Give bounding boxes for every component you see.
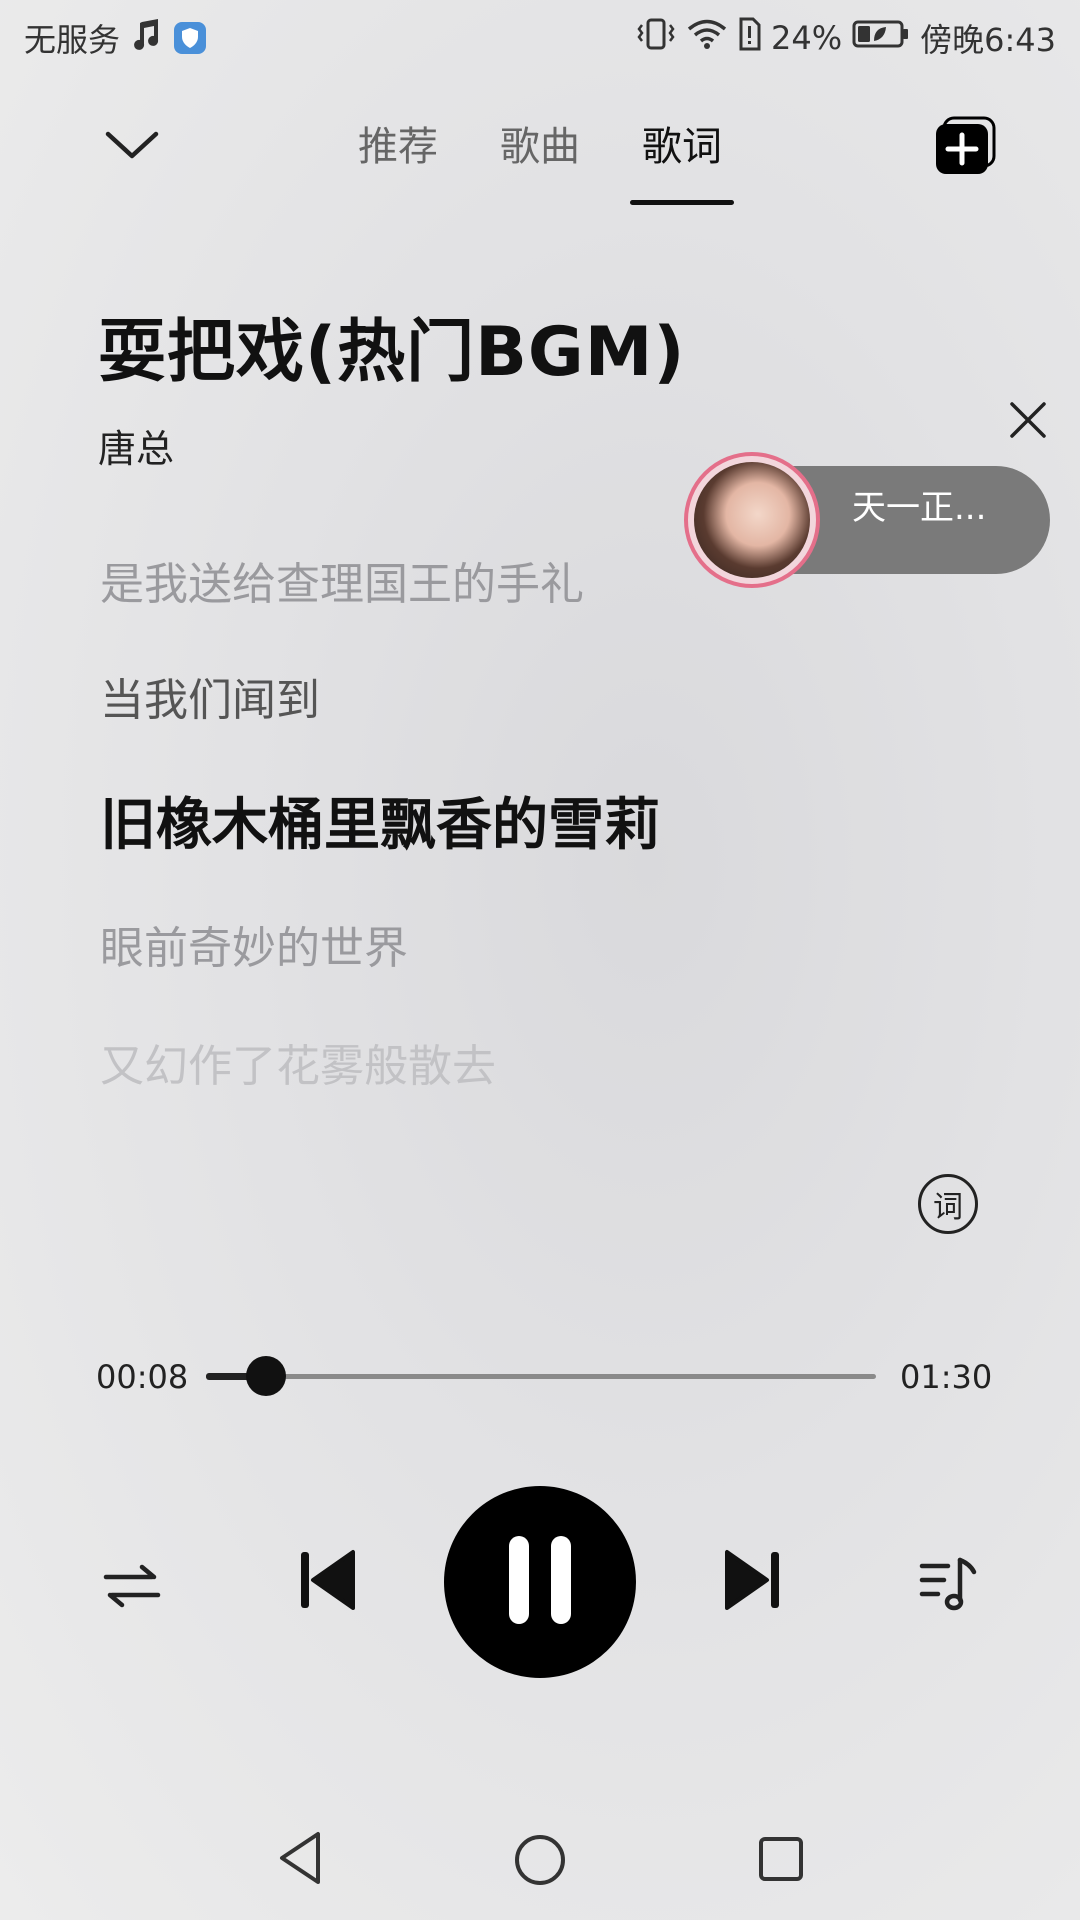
repeat-mode-button[interactable] — [100, 1556, 164, 1620]
pause-icon — [505, 1534, 575, 1630]
floating-widget-name: 天一正... — [852, 488, 987, 528]
current-time: 00:08 — [96, 1358, 189, 1396]
pause-button[interactable] — [444, 1486, 636, 1678]
tab-lyrics[interactable]: 歌词 — [630, 115, 734, 205]
nav-home-button[interactable] — [514, 1834, 566, 1886]
status-bar-right: 24% 傍晚6:43 — [635, 14, 1056, 62]
avatar[interactable] — [684, 452, 820, 588]
carrier-text: 无服务 — [24, 21, 121, 59]
song-title: 耍把戏(热门BGM) — [98, 313, 686, 392]
previous-button[interactable] — [294, 1546, 360, 1618]
clock-text: 傍晚6:43 — [920, 21, 1056, 59]
lyric-line[interactable]: 又幻作了花雾般散去 — [100, 1030, 496, 1094]
total-time: 01:30 — [900, 1358, 993, 1396]
repeat-icon — [102, 1564, 162, 1612]
lyric-line[interactable]: 当我们闻到 — [100, 664, 320, 728]
lyric-line[interactable]: 是我送给查理国王的手礼 — [100, 548, 584, 612]
progress-thumb[interactable] — [245, 1356, 286, 1396]
status-bar-left: 无服务 — [24, 14, 207, 62]
close-icon — [1006, 402, 1050, 446]
nav-recents-button[interactable] — [758, 1836, 804, 1882]
tab-bar: 推荐 歌曲 歌词 — [0, 115, 1080, 205]
lyric-line-current[interactable]: 旧橡木桶里飘香的雪莉 — [100, 780, 660, 861]
tab-song[interactable]: 歌曲 — [494, 115, 586, 195]
lyric-mode-label: 词 — [933, 1190, 963, 1225]
lyric-line[interactable]: 眼前奇妙的世界 — [100, 912, 408, 976]
skip-next-icon — [723, 1548, 783, 1616]
float-close-button[interactable] — [1006, 398, 1050, 442]
tab-recommend[interactable]: 推荐 — [352, 115, 444, 195]
circle-home-icon — [514, 1835, 566, 1890]
skip-previous-icon — [297, 1548, 357, 1616]
vibrate-icon — [635, 17, 677, 59]
playlist-icon — [918, 1552, 980, 1618]
wifi-icon — [687, 18, 727, 58]
progress-track[interactable] — [206, 1374, 876, 1379]
lyric-mode-button[interactable]: 词 — [918, 1174, 978, 1234]
add-to-playlist-button[interactable] — [934, 116, 998, 176]
artist-name[interactable]: 唐总 — [98, 418, 174, 473]
triangle-back-icon — [276, 1832, 324, 1890]
add-stack-icon — [934, 116, 998, 180]
square-recents-icon — [758, 1837, 804, 1886]
shield-icon — [174, 22, 207, 54]
battery-icon — [852, 19, 910, 57]
next-button[interactable] — [720, 1546, 786, 1618]
nav-back-button[interactable] — [276, 1830, 324, 1886]
battery-percent: 24% — [771, 19, 843, 57]
music-note-icon — [132, 18, 162, 58]
sim-alert-icon — [737, 17, 761, 59]
playlist-button[interactable] — [916, 1552, 982, 1618]
